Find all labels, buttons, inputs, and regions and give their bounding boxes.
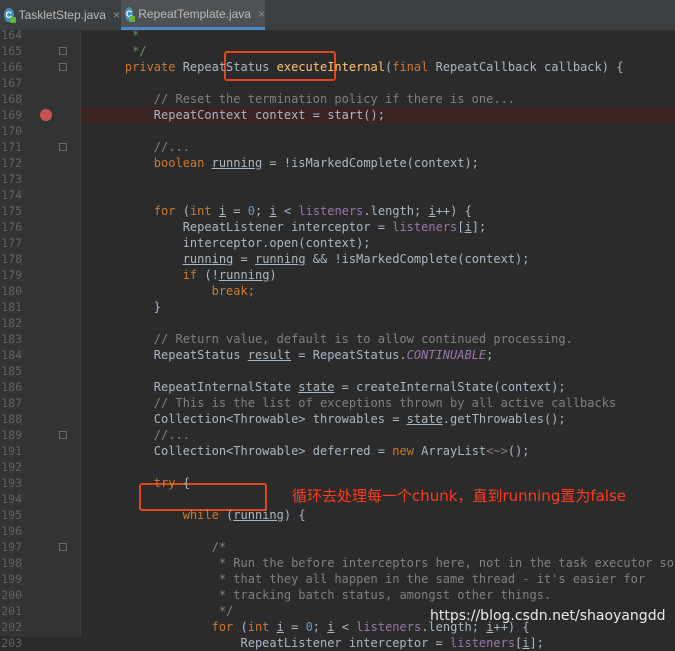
line-number: 182 — [1, 316, 22, 330]
code-line[interactable]: * that they all happen in the same threa… — [96, 571, 645, 587]
breakpoint-icon[interactable] — [40, 109, 52, 121]
tab-label: TaskletStep.java — [18, 8, 106, 22]
line-number: 187 — [1, 396, 22, 410]
class-file-icon: C — [4, 8, 16, 23]
line-number: 179 — [1, 268, 22, 282]
line-number: 202 — [1, 620, 22, 634]
code-line[interactable]: if (!running) — [96, 267, 277, 283]
line-number: 176 — [1, 220, 22, 234]
code-line[interactable]: RepeatInternalState state = createIntern… — [96, 379, 566, 395]
code-line[interactable]: Collection<Throwable> deferred = new Arr… — [96, 443, 530, 459]
code-line[interactable]: RepeatStatus result = RepeatStatus.CONTI… — [96, 347, 494, 363]
line-number: 189 — [1, 428, 22, 442]
line-number: 173 — [1, 172, 22, 186]
line-number: 164 — [1, 28, 22, 42]
code-line[interactable]: } — [96, 299, 161, 315]
code-line[interactable]: Collection<Throwable> throwables = state… — [96, 411, 566, 427]
line-number: 186 — [1, 380, 22, 394]
line-number: 192 — [1, 460, 22, 474]
annotation-text: 循环去处理每一个chunk，直到running置为false — [292, 487, 627, 505]
fold-marker-icon[interactable] — [59, 543, 67, 551]
close-icon[interactable]: × — [258, 7, 265, 21]
code-line[interactable]: */ — [96, 43, 146, 59]
close-icon[interactable]: × — [113, 8, 120, 22]
class-file-icon: C — [125, 6, 136, 22]
fold-marker-icon[interactable] — [59, 47, 67, 55]
line-number: 183 — [1, 332, 22, 346]
line-number: 200 — [1, 588, 22, 602]
line-number: 172 — [1, 156, 22, 170]
code-line[interactable]: RepeatListener interceptor = listeners[i… — [96, 635, 543, 651]
tab-taskletstep[interactable]: C TaskletStep.java × — [0, 0, 120, 30]
line-number: 169 — [1, 108, 22, 122]
line-number: 184 — [1, 348, 22, 362]
code-line[interactable]: * tracking batch status, amongst other t… — [96, 587, 551, 603]
line-number: 171 — [1, 140, 22, 154]
line-number: 194 — [1, 492, 22, 506]
line-number: 193 — [1, 476, 22, 490]
line-number: 196 — [1, 524, 22, 538]
line-number: 185 — [1, 364, 22, 378]
line-number: 165 — [1, 44, 22, 58]
line-number: 175 — [1, 204, 22, 218]
fold-marker-icon[interactable] — [59, 431, 67, 439]
line-number: 188 — [1, 412, 22, 426]
code-line[interactable]: break; — [96, 283, 255, 299]
code-line[interactable]: try { — [96, 475, 190, 491]
code-line[interactable]: private RepeatStatus executeInternal(fin… — [96, 59, 624, 75]
line-number: 178 — [1, 252, 22, 266]
line-number: 174 — [1, 188, 22, 202]
tab-label: RepeatTemplate.java — [138, 6, 251, 21]
code-line[interactable]: boolean running = !isMarkedComplete(cont… — [96, 155, 479, 171]
fold-marker-icon[interactable] — [59, 63, 67, 71]
line-number: 170 — [1, 124, 22, 138]
code-line[interactable]: interceptor.open(context); — [96, 235, 371, 251]
code-line[interactable]: //... — [96, 427, 190, 443]
fold-marker-icon[interactable] — [59, 143, 67, 151]
code-line[interactable]: RepeatListener interceptor = listeners[i… — [96, 219, 486, 235]
line-number: 167 — [1, 76, 22, 90]
line-number: 180 — [1, 284, 22, 298]
line-number: 191 — [1, 444, 22, 458]
line-number: 166 — [1, 60, 22, 74]
code-line[interactable]: // Return value, default is to allow con… — [96, 331, 573, 347]
code-line[interactable]: */ — [96, 603, 233, 619]
line-number: 198 — [1, 556, 22, 570]
code-line[interactable]: for (int i = 0; i < listeners.length; i+… — [96, 619, 530, 635]
line-number: 197 — [1, 540, 22, 554]
code-line[interactable]: //... — [96, 139, 190, 155]
line-number: 177 — [1, 236, 22, 250]
tab-repeattemplate[interactable]: C RepeatTemplate.java × — [121, 0, 265, 30]
code-line[interactable]: /* — [96, 539, 226, 555]
code-line[interactable]: running = running && !isMarkedComplete(c… — [96, 251, 530, 267]
code-line[interactable]: RepeatContext context = start(); — [96, 107, 385, 123]
line-number: 195 — [1, 508, 22, 522]
line-number: 201 — [1, 604, 22, 618]
line-number: 203 — [1, 636, 22, 650]
line-number: 168 — [1, 92, 22, 106]
code-line[interactable]: * Run the before interceptors here, not … — [96, 555, 674, 571]
line-number: 181 — [1, 300, 22, 314]
code-line[interactable]: while (running) { — [96, 507, 306, 523]
code-line[interactable]: for (int i = 0; i < listeners.length; i+… — [96, 203, 472, 219]
line-number: 199 — [1, 572, 22, 586]
code-line[interactable]: // Reset the termination policy if there… — [96, 91, 515, 107]
code-line[interactable]: * — [96, 27, 139, 43]
code-line[interactable]: // This is the list of exceptions thrown… — [96, 395, 616, 411]
